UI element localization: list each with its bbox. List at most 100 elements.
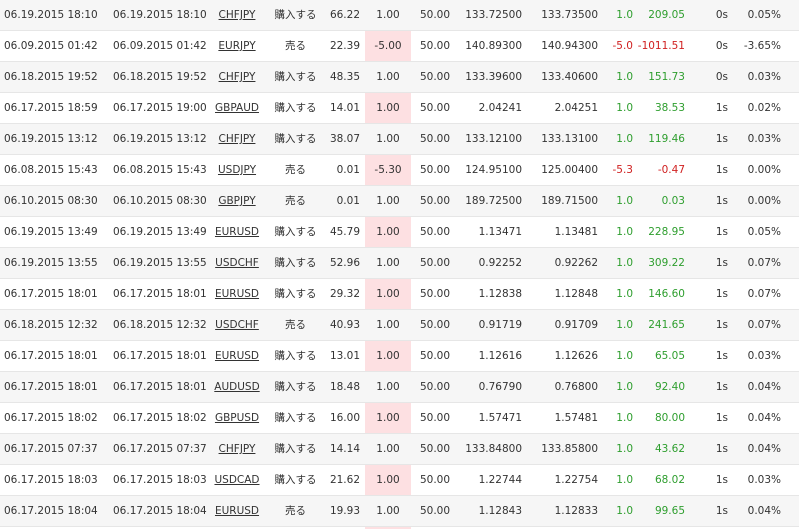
symbol-link[interactable]: USDCHF — [212, 248, 262, 279]
side-cell: 購入する — [274, 257, 317, 269]
percent-cell: 0.03% — [747, 133, 781, 145]
amount-cell: 50.00 — [419, 319, 451, 331]
profit-cell: 309.22 — [648, 257, 685, 269]
open-price-cell: 0.76790 — [478, 381, 522, 393]
open-time-cell: 06.17.2015 18:04 — [4, 505, 98, 517]
side-cell: 購入する — [274, 381, 317, 393]
close-time-cell: 06.17.2015 18:01 — [113, 350, 207, 362]
table-row: 06.18.2015 12:32 06.18.2015 12:32 USDCHF 売る… — [0, 310, 799, 341]
percent-cell: 0.04% — [747, 412, 781, 424]
close-time-cell: 06.09.2015 01:42 — [113, 40, 207, 52]
table-row: 06.09.2015 01:42 06.09.2015 01:42 EURJPY 売る… — [0, 31, 799, 62]
table-row: 06.17.2015 18:04 06.17.2015 18:04 EURUSD 売る… — [0, 496, 799, 527]
profit-cell: 92.40 — [654, 381, 685, 393]
symbol-link[interactable]: EURJPY — [212, 31, 262, 62]
percent-cell: 0.02% — [747, 102, 781, 114]
symbol-link[interactable]: EURUSD — [212, 279, 262, 310]
close-price-cell: 2.04251 — [554, 102, 598, 114]
symbol-link[interactable]: CHFJPY — [212, 0, 262, 31]
profit-cell: 43.62 — [654, 443, 685, 455]
close-time-cell: 06.19.2015 13:55 — [113, 257, 207, 269]
close-price-cell: 0.76800 — [554, 381, 598, 393]
close-time-cell: 06.17.2015 18:01 — [113, 288, 207, 300]
percent-cell: 0.03% — [747, 350, 781, 362]
open-price-cell: 1.57471 — [478, 412, 522, 424]
close-time-cell: 06.17.2015 18:02 — [113, 412, 207, 424]
close-time-cell: 06.08.2015 15:43 — [113, 164, 207, 176]
symbol-link[interactable]: EURUSD — [212, 217, 262, 248]
duration-cell: 0s — [715, 40, 728, 52]
side-cell: 購入する — [274, 102, 317, 114]
percent-cell: 0.04% — [747, 443, 781, 455]
open-time-cell: 06.19.2015 13:55 — [4, 257, 98, 269]
close-time-cell: 06.17.2015 07:37 — [113, 443, 207, 455]
volume-cell: 16.00 — [329, 412, 360, 424]
open-time-cell: 06.10.2015 08:30 — [4, 195, 98, 207]
volume-cell: 66.22 — [329, 9, 360, 21]
close-price-cell: 1.12833 — [554, 505, 598, 517]
open-price-cell: 189.72500 — [465, 195, 522, 207]
duration-cell: 1s — [715, 288, 728, 300]
side-cell: 購入する — [274, 71, 317, 83]
duration-cell: 1s — [715, 319, 728, 331]
close-time-cell: 06.17.2015 18:01 — [113, 381, 207, 393]
duration-cell: 1s — [715, 257, 728, 269]
profit-cell: 146.60 — [648, 288, 685, 300]
close-price-cell: 1.57481 — [554, 412, 598, 424]
symbol-link[interactable]: USDJPY — [212, 155, 262, 186]
amount-cell: 50.00 — [419, 226, 451, 238]
percent-cell: 0.07% — [747, 257, 781, 269]
symbol-link[interactable]: USDCAD — [212, 465, 262, 496]
symbol-link[interactable]: EURUSD — [212, 496, 262, 527]
volume-cell: 14.01 — [329, 102, 360, 114]
lots-cell: -5.30 — [374, 164, 402, 176]
symbol-link[interactable]: CHFJPY — [212, 124, 262, 155]
symbol-link[interactable]: GBPJPY — [212, 186, 262, 217]
open-price-cell: 0.91719 — [478, 319, 522, 331]
amount-cell: 50.00 — [419, 412, 451, 424]
table-row: 06.17.2015 18:02 06.17.2015 18:02 GBPUSD 購入… — [0, 403, 799, 434]
percent-cell: 0.00% — [747, 164, 781, 176]
close-time-cell: 06.17.2015 18:04 — [113, 505, 207, 517]
symbol-link[interactable]: GBPUSD — [212, 403, 262, 434]
open-price-cell: 1.12616 — [478, 350, 522, 362]
profit-cell: 119.46 — [648, 133, 685, 145]
open-time-cell: 06.08.2015 15:43 — [4, 164, 98, 176]
symbol-link[interactable]: AUDUSD — [212, 372, 262, 403]
lots-cell: -5.00 — [374, 40, 402, 52]
pips-cell: 1.0 — [616, 71, 633, 83]
pips-cell: -5.0 — [612, 40, 634, 52]
lots-cell: 1.00 — [376, 319, 400, 331]
symbol-link[interactable]: CHFJPY — [212, 62, 262, 93]
side-cell: 売る — [285, 40, 306, 52]
pips-cell: 1.0 — [616, 474, 633, 486]
table-row: 06.19.2015 13:55 06.19.2015 13:55 USDCHF 購入… — [0, 248, 799, 279]
pips-cell: 1.0 — [616, 257, 633, 269]
volume-cell: 45.79 — [329, 226, 360, 238]
symbol-link[interactable]: EURUSD — [212, 341, 262, 372]
lots-cell: 1.00 — [376, 102, 400, 114]
side-cell: 購入する — [274, 443, 317, 455]
lots-cell: 1.00 — [376, 350, 400, 362]
open-price-cell: 124.95100 — [465, 164, 522, 176]
symbol-link[interactable]: CHFJPY — [212, 434, 262, 465]
close-price-cell: 140.94300 — [541, 40, 598, 52]
duration-cell: 0s — [715, 9, 728, 21]
profit-cell: 99.65 — [654, 505, 685, 517]
open-price-cell: 1.13471 — [478, 226, 522, 238]
symbol-link[interactable]: USDCHF — [212, 310, 262, 341]
lots-cell: 1.00 — [376, 443, 400, 455]
profit-cell: 38.53 — [654, 102, 685, 114]
duration-cell: 1s — [715, 350, 728, 362]
volume-cell: 18.48 — [329, 381, 360, 393]
table-row: 06.17.2015 18:59 06.17.2015 19:00 GBPAUD 購入… — [0, 93, 799, 124]
close-time-cell: 06.19.2015 13:49 — [113, 226, 207, 238]
pips-cell: -5.3 — [612, 164, 634, 176]
symbol-link[interactable]: GBPAUD — [212, 93, 262, 124]
profit-cell: 228.95 — [648, 226, 685, 238]
open-price-cell: 1.12843 — [478, 505, 522, 517]
lots-cell: 1.00 — [376, 381, 400, 393]
close-price-cell: 0.91709 — [554, 319, 598, 331]
side-cell: 購入する — [274, 226, 317, 238]
amount-cell: 50.00 — [419, 71, 451, 83]
